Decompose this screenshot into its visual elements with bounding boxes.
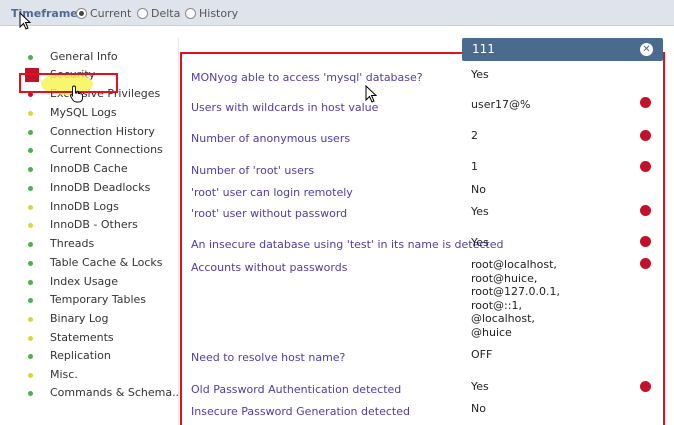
metric-value: OFF <box>471 348 493 361</box>
sidebar-item-current-connections[interactable]: Current Connections <box>15 141 179 159</box>
metric-label: Old Password Authentication detected <box>191 383 402 396</box>
sidebar-item-connection-history[interactable]: Connection History <box>15 123 179 141</box>
sidebar-item-label: Temporary Tables <box>50 293 147 306</box>
status-dot-icon <box>28 55 33 60</box>
sidebar-item-label: Table Cache & Locks <box>50 256 163 269</box>
status-dot-icon <box>28 148 33 153</box>
status-dot-icon <box>28 223 33 228</box>
status-dot-icon <box>28 373 33 378</box>
hand-pointer-icon <box>69 85 83 103</box>
close-icon[interactable]: ✕ <box>640 43 653 56</box>
status-dot-icon <box>28 242 33 247</box>
status-dot-icon <box>28 317 33 322</box>
radio-history-label: History <box>199 6 239 20</box>
alert-icon[interactable] <box>640 258 651 269</box>
sidebar-item-label: Statements <box>50 331 114 344</box>
status-dot-icon <box>28 111 33 116</box>
metric-value: user17@% <box>471 98 531 111</box>
alert-icon[interactable] <box>640 161 651 172</box>
radio-icon[interactable] <box>76 7 87 19</box>
sidebar-item-commands-schema[interactable]: Commands & Schema... <box>15 384 183 402</box>
radio-current[interactable]: Current <box>76 6 131 20</box>
sidebar-item-label: MySQL Logs <box>50 106 117 119</box>
sidebar-item-innodb-cache[interactable]: InnoDB Cache <box>15 160 179 178</box>
alert-icon[interactable] <box>640 236 651 247</box>
sidebar-item-label: Replication <box>50 349 111 362</box>
radio-delta-label: Delta <box>151 6 181 20</box>
metric-value: No <box>471 183 486 196</box>
sidebar-item-label: InnoDB Logs <box>50 200 119 213</box>
timeframe-bar: Timeframe Current Delta History <box>0 0 674 30</box>
sidebar-item-label: Commands & Schema... <box>50 386 183 399</box>
sidebar-item-label: InnoDB - Others <box>50 218 138 231</box>
metric-value: Yes <box>471 68 489 81</box>
status-dot-icon <box>28 130 33 135</box>
radio-icon[interactable] <box>137 7 148 19</box>
metric-label: An insecure database using 'test' in its… <box>191 238 504 251</box>
radio-current-label: Current <box>90 6 132 20</box>
sidebar-item-label: Connection History <box>50 125 155 138</box>
metric-label: 'root' user without password <box>191 207 348 220</box>
metric-label: Need to resolve host name? <box>191 351 346 364</box>
radio-history[interactable]: History <box>185 6 238 20</box>
sidebar-item-mysql-logs[interactable]: MySQL Logs <box>15 104 179 122</box>
sidebar-item-label: Current Connections <box>50 143 163 156</box>
sidebar-item-innodb-deadlocks[interactable]: InnoDB Deadlocks <box>15 179 179 197</box>
status-dot-icon <box>28 298 33 303</box>
status-dot-icon <box>28 336 33 341</box>
metric-label: Users with wildcards in host value <box>191 101 379 114</box>
radio-delta[interactable]: Delta <box>137 6 180 20</box>
metric-label: 'root' user can login remotely <box>191 186 353 199</box>
alert-icon[interactable] <box>640 130 651 141</box>
metric-value: 2 <box>471 129 478 142</box>
metric-value: Yes <box>471 236 489 249</box>
sidebar-item-binary-log[interactable]: Binary Log <box>15 310 179 328</box>
sidebar-item-label: General Info <box>50 50 118 63</box>
status-dot-icon <box>28 354 33 359</box>
status-dot-icon <box>28 261 33 266</box>
radio-icon[interactable] <box>185 7 196 19</box>
sidebar-item-misc[interactable]: Misc. <box>15 366 179 384</box>
metric-label: Number of 'root' users <box>191 164 315 177</box>
mouse-pointer-icon <box>365 85 377 103</box>
status-dot-icon <box>28 167 33 172</box>
sidebar-item-innodb-logs[interactable]: InnoDB Logs <box>15 198 179 216</box>
sidebar-item-label: InnoDB Cache <box>50 162 128 175</box>
status-dot-icon <box>28 391 33 396</box>
metric-value: Yes <box>471 380 489 393</box>
sidebar-item-general-info[interactable]: General Info <box>15 48 179 66</box>
sidebar-item-label: Misc. <box>50 368 78 381</box>
alert-icon[interactable] <box>640 205 651 216</box>
sidebar-item-label: Binary Log <box>50 312 109 325</box>
metric-label: Accounts without passwords <box>191 261 348 274</box>
sidebar-item-table-cache-locks[interactable]: Table Cache & Locks <box>15 254 179 272</box>
sidebar-item-threads[interactable]: Threads <box>15 235 179 253</box>
metric-value: root@localhost, root@huice, root@127.0.0… <box>471 258 561 339</box>
sidebar-item-label: Threads <box>50 237 95 250</box>
metric-label: Insecure Password Generation detected <box>191 405 410 418</box>
sidebar-item-statements[interactable]: Statements <box>15 329 179 347</box>
sidebar-item-index-usage[interactable]: Index Usage <box>15 273 179 291</box>
metric-value: No <box>471 402 486 415</box>
sidebar-item-temporary-tables[interactable]: Temporary Tables <box>15 291 179 309</box>
sidebar-item-innodb-others[interactable]: InnoDB - Others <box>15 216 179 234</box>
metric-value: Yes <box>471 205 489 218</box>
server-column-header: 111 ✕ <box>462 38 663 61</box>
sidebar-item-label: InnoDB Deadlocks <box>50 181 151 194</box>
sidebar-item-label: Index Usage <box>50 275 119 288</box>
status-dot-icon <box>28 186 33 191</box>
sidebar-nav: General InfoSecurityExcessive Privileges… <box>15 38 183 425</box>
status-dot-icon <box>28 280 33 285</box>
metric-value: 1 <box>471 160 478 173</box>
metric-label: Number of anonymous users <box>191 132 351 145</box>
metric-label: MONyog able to access 'mysql' database? <box>191 71 423 84</box>
alert-icon[interactable] <box>640 97 651 108</box>
status-dot-icon <box>28 205 33 210</box>
server-name: 111 <box>472 42 495 56</box>
sidebar-item-replication[interactable]: Replication <box>15 347 179 365</box>
mouse-pointer-icon <box>19 12 31 30</box>
alert-icon[interactable] <box>640 381 651 392</box>
